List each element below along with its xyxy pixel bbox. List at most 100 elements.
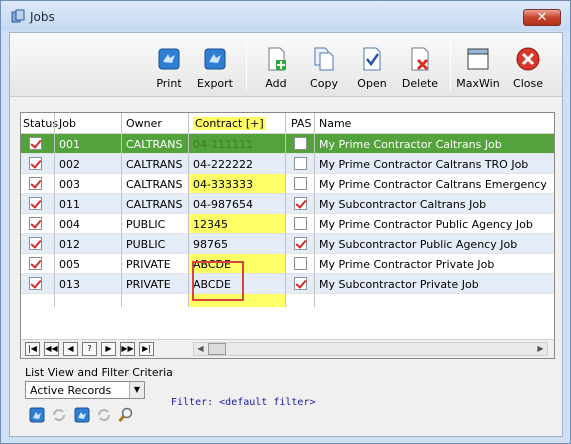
horizontal-scrollbar[interactable]: ◀ ▶ bbox=[193, 342, 548, 356]
delete-button[interactable]: Delete bbox=[398, 39, 442, 91]
pas-checkbox[interactable] bbox=[294, 217, 307, 230]
status-checkbox[interactable] bbox=[29, 177, 42, 190]
job-cell: 004 bbox=[59, 218, 80, 231]
job-cell: 012 bbox=[59, 238, 80, 251]
toolbar-separator bbox=[246, 39, 247, 91]
name-cell: My Subcontractor Caltrans Job bbox=[319, 198, 487, 211]
scroll-left-icon[interactable]: ◀ bbox=[194, 343, 207, 355]
grid-header: Status Job Owner Contract [+] PAS Name bbox=[21, 113, 554, 134]
status-checkbox[interactable] bbox=[29, 137, 42, 150]
nav-button[interactable]: ? bbox=[82, 342, 97, 356]
jobs-window: Jobs ✕ Print Export Add Copy Open Delete… bbox=[0, 0, 571, 444]
name-cell: My Prime Contractor Caltrans Job bbox=[319, 138, 502, 151]
nav-button[interactable]: ▶▶ bbox=[120, 342, 135, 356]
column-header-owner[interactable]: Owner bbox=[126, 117, 162, 130]
owner-cell: PRIVATE bbox=[126, 258, 171, 271]
table-row[interactable]: 013 PRIVATE ABCDE My Subcontractor Private … bbox=[21, 274, 554, 294]
table-row[interactable]: 003 CALTRANS 04-333333 My Prime Contractor … bbox=[21, 174, 554, 194]
refresh-disabled-icon[interactable] bbox=[51, 407, 67, 423]
status-checkbox[interactable] bbox=[29, 217, 42, 230]
owner-cell: PUBLIC bbox=[126, 238, 166, 251]
copy-label: Copy bbox=[310, 77, 338, 90]
record-navigator: |◀ ◀◀ ◀? ▶ ▶▶ ▶| ◀ ▶ bbox=[21, 339, 554, 358]
export-label: Export bbox=[196, 77, 233, 90]
status-checkbox[interactable] bbox=[29, 157, 42, 170]
add-button[interactable]: Add bbox=[254, 39, 298, 91]
column-header-status[interactable]: Status bbox=[23, 117, 58, 130]
export-button[interactable]: Export bbox=[193, 39, 237, 91]
window-close-button[interactable]: ✕ bbox=[523, 9, 561, 26]
status-checkbox[interactable] bbox=[29, 277, 42, 290]
pas-checkbox[interactable] bbox=[294, 257, 307, 270]
name-cell: My Prime Contractor Private Job bbox=[319, 258, 495, 271]
open-button[interactable]: Open bbox=[350, 39, 394, 91]
job-cell: 013 bbox=[59, 278, 80, 291]
nav-button[interactable]: |◀ bbox=[25, 342, 40, 356]
add-label: Add bbox=[265, 77, 287, 90]
contract-cell: 04-333333 bbox=[193, 178, 253, 191]
maxwin-icon bbox=[467, 48, 489, 70]
job-cell: 011 bbox=[59, 198, 80, 211]
close-button[interactable]: Close bbox=[506, 39, 550, 91]
print-button[interactable]: Print bbox=[147, 39, 191, 91]
pas-checkbox[interactable] bbox=[294, 277, 307, 290]
copy-icon bbox=[314, 47, 334, 71]
nav-button[interactable]: ◀ bbox=[63, 342, 78, 356]
nav-button[interactable]: ▶| bbox=[139, 342, 154, 356]
pas-checkbox[interactable] bbox=[294, 177, 307, 190]
pas-checkbox[interactable] bbox=[294, 197, 307, 210]
table-row[interactable]: 004 PUBLIC 12345 My Prime Contractor Public… bbox=[21, 214, 554, 234]
column-header-job[interactable]: Job bbox=[59, 117, 76, 130]
scroll-thumb[interactable] bbox=[208, 343, 226, 355]
contract-cell: 04-111111 bbox=[193, 138, 253, 151]
window-title: Jobs bbox=[30, 10, 55, 24]
status-checkbox[interactable] bbox=[29, 197, 42, 210]
table-row[interactable]: 001 CALTRANS 04-111111 My Prime Contractor … bbox=[21, 134, 554, 154]
filter-select[interactable]: Active Records ▼ bbox=[25, 381, 145, 399]
job-cell: 002 bbox=[59, 158, 80, 171]
job-cell: 001 bbox=[59, 138, 80, 151]
chevron-down-icon[interactable]: ▼ bbox=[129, 382, 144, 398]
maxwin-button[interactable]: MaxWin bbox=[456, 39, 500, 91]
table-row[interactable]: 011 CALTRANS 04-987654 My Subcontractor Cal… bbox=[21, 194, 554, 214]
edit-filter-icon[interactable] bbox=[74, 407, 90, 423]
client-area: Print Export Add Copy Open Delete MaxWin… bbox=[9, 32, 563, 437]
scroll-right-icon[interactable]: ▶ bbox=[534, 343, 547, 355]
add-icon bbox=[268, 47, 286, 71]
pas-checkbox[interactable] bbox=[294, 237, 307, 250]
column-header-pas[interactable]: PAS bbox=[291, 117, 311, 130]
status-checkbox[interactable] bbox=[29, 237, 42, 250]
close-icon bbox=[516, 47, 540, 71]
filter-description: Filter: <default filter> bbox=[171, 397, 316, 408]
name-cell: My Subcontractor Private Job bbox=[319, 278, 479, 291]
search-icon[interactable] bbox=[118, 407, 134, 423]
pas-checkbox[interactable] bbox=[294, 137, 307, 150]
nav-button[interactable]: ◀◀ bbox=[44, 342, 59, 356]
table-row[interactable]: 002 CALTRANS 04-222222 My Prime Contractor … bbox=[21, 154, 554, 174]
jobs-window-icon bbox=[11, 9, 25, 23]
owner-cell: CALTRANS bbox=[126, 138, 183, 151]
save-filter-icon[interactable] bbox=[29, 407, 45, 423]
owner-cell: PUBLIC bbox=[126, 218, 166, 231]
column-divider bbox=[188, 113, 189, 307]
pas-checkbox[interactable] bbox=[294, 157, 307, 170]
job-cell: 003 bbox=[59, 178, 80, 191]
column-header-name[interactable]: Name bbox=[319, 117, 351, 130]
delete-label: Delete bbox=[401, 77, 439, 90]
contract-cell: 04-987654 bbox=[193, 198, 253, 211]
table-row[interactable]: 005 PRIVATE ABCDE My Prime Contractor Priva… bbox=[21, 254, 554, 274]
column-divider bbox=[54, 113, 55, 307]
owner-cell: CALTRANS bbox=[126, 158, 183, 171]
table-row[interactable]: 012 PUBLIC 98765 My Subcontractor Public Ag… bbox=[21, 234, 554, 254]
filter-select-value: Active Records bbox=[30, 384, 112, 397]
reset-disabled-icon[interactable] bbox=[96, 407, 112, 423]
nav-button[interactable]: ▶ bbox=[101, 342, 116, 356]
status-checkbox[interactable] bbox=[29, 257, 42, 270]
highlight-box bbox=[192, 261, 244, 301]
column-header-contract[interactable]: Contract [+] bbox=[193, 117, 266, 130]
contract-cell: 98765 bbox=[193, 238, 228, 251]
copy-button[interactable]: Copy bbox=[302, 39, 346, 91]
filter-criteria-label: List View and Filter Criteria bbox=[25, 366, 173, 379]
open-label: Open bbox=[357, 77, 387, 90]
job-cell: 005 bbox=[59, 258, 80, 271]
